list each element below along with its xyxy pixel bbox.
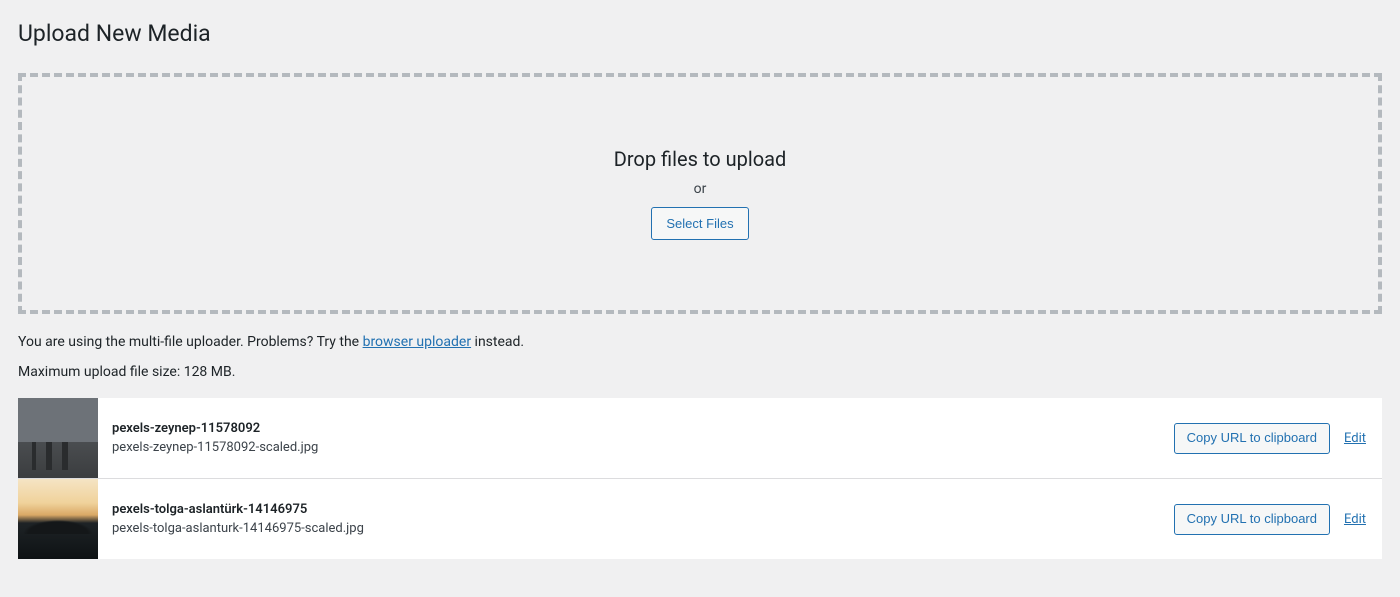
- upload-drop-zone[interactable]: Drop files to upload or Select Files: [18, 73, 1382, 315]
- media-item: pexels-zeynep-11578092 pexels-zeynep-115…: [18, 398, 1382, 479]
- media-thumbnail[interactable]: [18, 398, 98, 478]
- media-filename: pexels-tolga-aslanturk-14146975-scaled.j…: [112, 521, 1160, 536]
- browser-uploader-link[interactable]: browser uploader: [363, 334, 472, 350]
- media-title: pexels-tolga-aslantürk-14146975: [112, 502, 1160, 517]
- media-filename: pexels-zeynep-11578092-scaled.jpg: [112, 440, 1160, 455]
- media-actions: Copy URL to clipboard Edit: [1174, 504, 1382, 535]
- media-item: pexels-tolga-aslantürk-14146975 pexels-t…: [18, 479, 1382, 559]
- select-files-button[interactable]: Select Files: [651, 207, 748, 241]
- media-info: pexels-tolga-aslantürk-14146975 pexels-t…: [98, 502, 1174, 536]
- edit-link[interactable]: Edit: [1344, 512, 1366, 527]
- drop-zone-heading: Drop files to upload: [22, 147, 1378, 171]
- uploaded-media-list: pexels-zeynep-11578092 pexels-zeynep-115…: [18, 398, 1382, 559]
- media-thumbnail[interactable]: [18, 479, 98, 559]
- drop-zone-or: or: [22, 181, 1378, 197]
- media-title: pexels-zeynep-11578092: [112, 421, 1160, 436]
- max-upload-size: Maximum upload file size: 128 MB.: [18, 364, 1382, 380]
- page-title: Upload New Media: [18, 10, 1382, 53]
- media-info: pexels-zeynep-11578092 pexels-zeynep-115…: [98, 421, 1174, 455]
- copy-url-button[interactable]: Copy URL to clipboard: [1174, 423, 1330, 454]
- uploader-info-text: You are using the multi-file uploader. P…: [18, 334, 1382, 350]
- copy-url-button[interactable]: Copy URL to clipboard: [1174, 504, 1330, 535]
- uploader-info-suffix: instead.: [471, 334, 524, 350]
- media-actions: Copy URL to clipboard Edit: [1174, 423, 1382, 454]
- uploader-info-prefix: You are using the multi-file uploader. P…: [18, 334, 363, 350]
- edit-link[interactable]: Edit: [1344, 431, 1366, 446]
